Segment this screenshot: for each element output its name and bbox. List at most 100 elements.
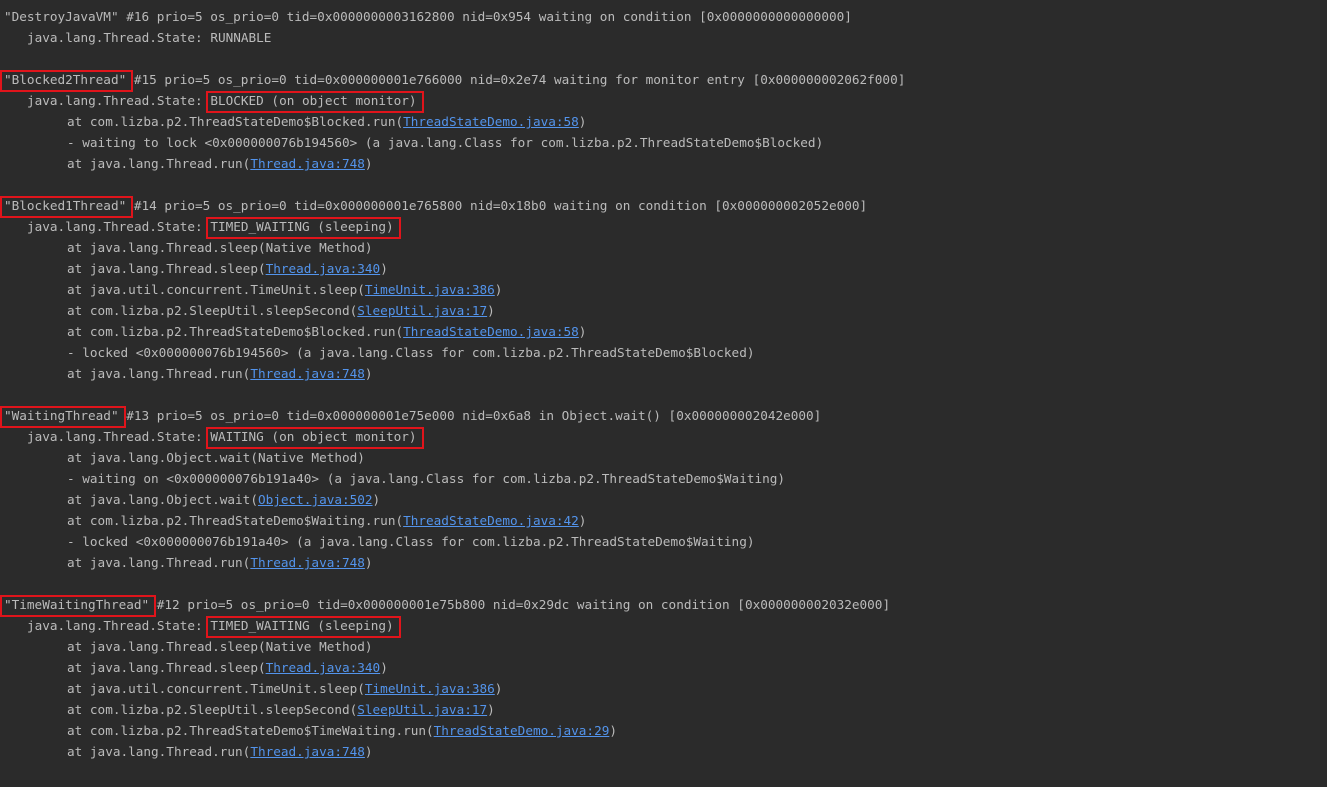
thread-state-line: java.lang.Thread.State: BLOCKED (on obje… — [0, 90, 1327, 111]
stack-frame: - waiting on <0x000000076b191a40> (a jav… — [0, 468, 1327, 489]
source-link[interactable]: TimeUnit.java:386 — [365, 681, 495, 696]
thread-state-line: java.lang.Thread.State: RUNNABLE — [0, 27, 1327, 48]
stack-frame-text: at java.lang.Thread.run( — [67, 744, 251, 759]
stack-frame-close: ) — [364, 744, 373, 759]
stack-frame-text: at com.lizba.p2.SleepUtil.sleepSecond( — [67, 702, 358, 717]
stack-frame-text: at java.lang.Thread.sleep(Native Method) — [67, 639, 373, 654]
stack-frame-text: at com.lizba.p2.ThreadStateDemo$Blocked.… — [67, 114, 404, 129]
thread-header-details: #14 prio=5 os_prio=0 tid=0x000000001e765… — [126, 198, 868, 213]
source-link[interactable]: Thread.java:748 — [250, 744, 365, 759]
console-output: "DestroyJavaVM" #16 prio=5 os_prio=0 tid… — [0, 0, 1327, 787]
thread-header: "Blocked1Thread" #14 prio=5 os_prio=0 ti… — [0, 195, 1327, 216]
stack-frame-text: at java.lang.Thread.sleep( — [67, 660, 266, 675]
source-link[interactable]: TimeUnit.java:386 — [365, 282, 495, 297]
stack-frame-text: at java.lang.Thread.run( — [67, 156, 251, 171]
stack-frame-text: at com.lizba.p2.ThreadStateDemo$TimeWait… — [67, 723, 434, 738]
stack-frame-text: at com.lizba.p2.ThreadStateDemo$Blocked.… — [67, 324, 404, 339]
stack-frame-close: ) — [380, 261, 388, 276]
stack-frame-close: ) — [364, 366, 373, 381]
thread-state-value: TIMED_WAITING (sleeping) — [210, 219, 394, 234]
thread-state-label: java.lang.Thread.State: — [27, 93, 211, 108]
stack-frame-text: - waiting to lock <0x000000076b194560> (… — [67, 135, 824, 150]
source-link[interactable]: Thread.java:748 — [250, 366, 365, 381]
stack-frame: at com.lizba.p2.SleepUtil.sleepSecond(Sl… — [0, 699, 1327, 720]
stack-frame-close: ) — [364, 555, 373, 570]
thread-header-details: #16 prio=5 os_prio=0 tid=0x0000000003162… — [118, 9, 852, 24]
thread-header: "DestroyJavaVM" #16 prio=5 os_prio=0 tid… — [0, 6, 1327, 27]
stack-frame-close: ) — [372, 492, 381, 507]
stack-frame-text: at java.lang.Thread.sleep( — [67, 261, 266, 276]
stack-frame-close: ) — [578, 114, 587, 129]
stack-frame: at com.lizba.p2.ThreadStateDemo$Blocked.… — [0, 111, 1327, 132]
thread-state-label: java.lang.Thread.State: — [27, 429, 211, 444]
source-link[interactable]: Thread.java:748 — [250, 555, 365, 570]
source-link[interactable]: ThreadStateDemo.java:42 — [403, 513, 579, 528]
thread-state-value: TIMED_WAITING (sleeping) — [210, 618, 394, 633]
stack-frame: at com.lizba.p2.SleepUtil.sleepSecond(Sl… — [0, 300, 1327, 321]
stack-frame-close: ) — [364, 156, 373, 171]
source-link[interactable]: Thread.java:340 — [266, 261, 381, 276]
thread-name: "Blocked2Thread" — [4, 72, 127, 87]
stack-frame-text: at java.lang.Thread.run( — [67, 555, 251, 570]
stack-frame: - locked <0x000000076b194560> (a java.la… — [0, 342, 1327, 363]
stack-frame-text: at java.lang.Object.wait(Native Method) — [67, 450, 365, 465]
thread-header-details: #15 prio=5 os_prio=0 tid=0x000000001e766… — [126, 72, 906, 87]
stack-frame-text: at java.lang.Thread.sleep(Native Method) — [67, 240, 373, 255]
thread-state-label: java.lang.Thread.State: — [27, 219, 211, 234]
stack-frame-text: at java.util.concurrent.TimeUnit.sleep( — [67, 282, 365, 297]
stack-frame: - waiting to lock <0x000000076b194560> (… — [0, 132, 1327, 153]
thread-header: "WaitingThread" #13 prio=5 os_prio=0 tid… — [0, 405, 1327, 426]
thread-state-value: WAITING (on object monitor) — [210, 429, 417, 444]
stack-frame-text: at java.lang.Thread.run( — [67, 366, 251, 381]
source-link[interactable]: ThreadStateDemo.java:58 — [403, 114, 579, 129]
stack-frame-close: ) — [578, 513, 587, 528]
thread-header-details: #12 prio=5 os_prio=0 tid=0x000000001e75b… — [149, 597, 891, 612]
stack-frame: at java.lang.Thread.sleep(Native Method) — [0, 636, 1327, 657]
source-link[interactable]: Object.java:502 — [258, 492, 373, 507]
stack-frame: at java.lang.Thread.run(Thread.java:748) — [0, 552, 1327, 573]
source-link[interactable]: ThreadStateDemo.java:29 — [434, 723, 610, 738]
stack-frame-close: ) — [380, 660, 388, 675]
thread-state-line: java.lang.Thread.State: TIMED_WAITING (s… — [0, 216, 1327, 237]
source-link[interactable]: SleepUtil.java:17 — [357, 303, 487, 318]
source-link[interactable]: SleepUtil.java:17 — [357, 702, 487, 717]
stack-frame: at com.lizba.p2.ThreadStateDemo$Blocked.… — [0, 321, 1327, 342]
stack-frame-text: at com.lizba.p2.SleepUtil.sleepSecond( — [67, 303, 358, 318]
thread-name: "Blocked1Thread" — [4, 198, 127, 213]
stack-frame-close: ) — [494, 681, 503, 696]
thread-header: "Blocked2Thread" #15 prio=5 os_prio=0 ti… — [0, 69, 1327, 90]
stack-frame: at java.lang.Thread.sleep(Thread.java:34… — [0, 657, 1327, 678]
thread-name: "DestroyJavaVM" — [4, 9, 119, 24]
stack-frame-text: at java.lang.Object.wait( — [67, 492, 258, 507]
source-link[interactable]: Thread.java:748 — [250, 156, 365, 171]
thread-header-details: #13 prio=5 os_prio=0 tid=0x000000001e75e… — [118, 408, 822, 423]
stack-frame: at java.lang.Thread.sleep(Native Method) — [0, 237, 1327, 258]
source-link[interactable]: Thread.java:340 — [266, 660, 381, 675]
stack-frame: at java.lang.Thread.run(Thread.java:748) — [0, 153, 1327, 174]
stack-frame: at java.lang.Object.wait(Object.java:502… — [0, 489, 1327, 510]
stack-frame: at com.lizba.p2.ThreadStateDemo$TimeWait… — [0, 720, 1327, 741]
source-link[interactable]: ThreadStateDemo.java:58 — [403, 324, 579, 339]
thread-state-value: RUNNABLE — [210, 30, 272, 45]
stack-frame: at com.lizba.p2.ThreadStateDemo$Waiting.… — [0, 510, 1327, 531]
thread-name: "WaitingThread" — [4, 408, 119, 423]
thread-state-label: java.lang.Thread.State: — [27, 618, 211, 633]
stack-frame-text: at com.lizba.p2.ThreadStateDemo$Waiting.… — [67, 513, 404, 528]
thread-state-line: java.lang.Thread.State: WAITING (on obje… — [0, 426, 1327, 447]
thread-state-line: java.lang.Thread.State: TIMED_WAITING (s… — [0, 615, 1327, 636]
stack-frame: at java.lang.Thread.sleep(Thread.java:34… — [0, 258, 1327, 279]
stack-frame: at java.lang.Thread.run(Thread.java:748) — [0, 363, 1327, 384]
stack-frame-close: ) — [487, 702, 495, 717]
thread-name: "TimeWaitingThread" — [4, 597, 150, 612]
stack-frame: - locked <0x000000076b191a40> (a java.la… — [0, 531, 1327, 552]
stack-frame-close: ) — [578, 324, 587, 339]
stack-frame-text: - locked <0x000000076b194560> (a java.la… — [67, 345, 755, 360]
stack-frame: at java.lang.Thread.run(Thread.java:748) — [0, 741, 1327, 762]
stack-frame: at java.util.concurrent.TimeUnit.sleep(T… — [0, 279, 1327, 300]
stack-frame-text: at java.util.concurrent.TimeUnit.sleep( — [67, 681, 365, 696]
stack-frame-close: ) — [494, 282, 503, 297]
